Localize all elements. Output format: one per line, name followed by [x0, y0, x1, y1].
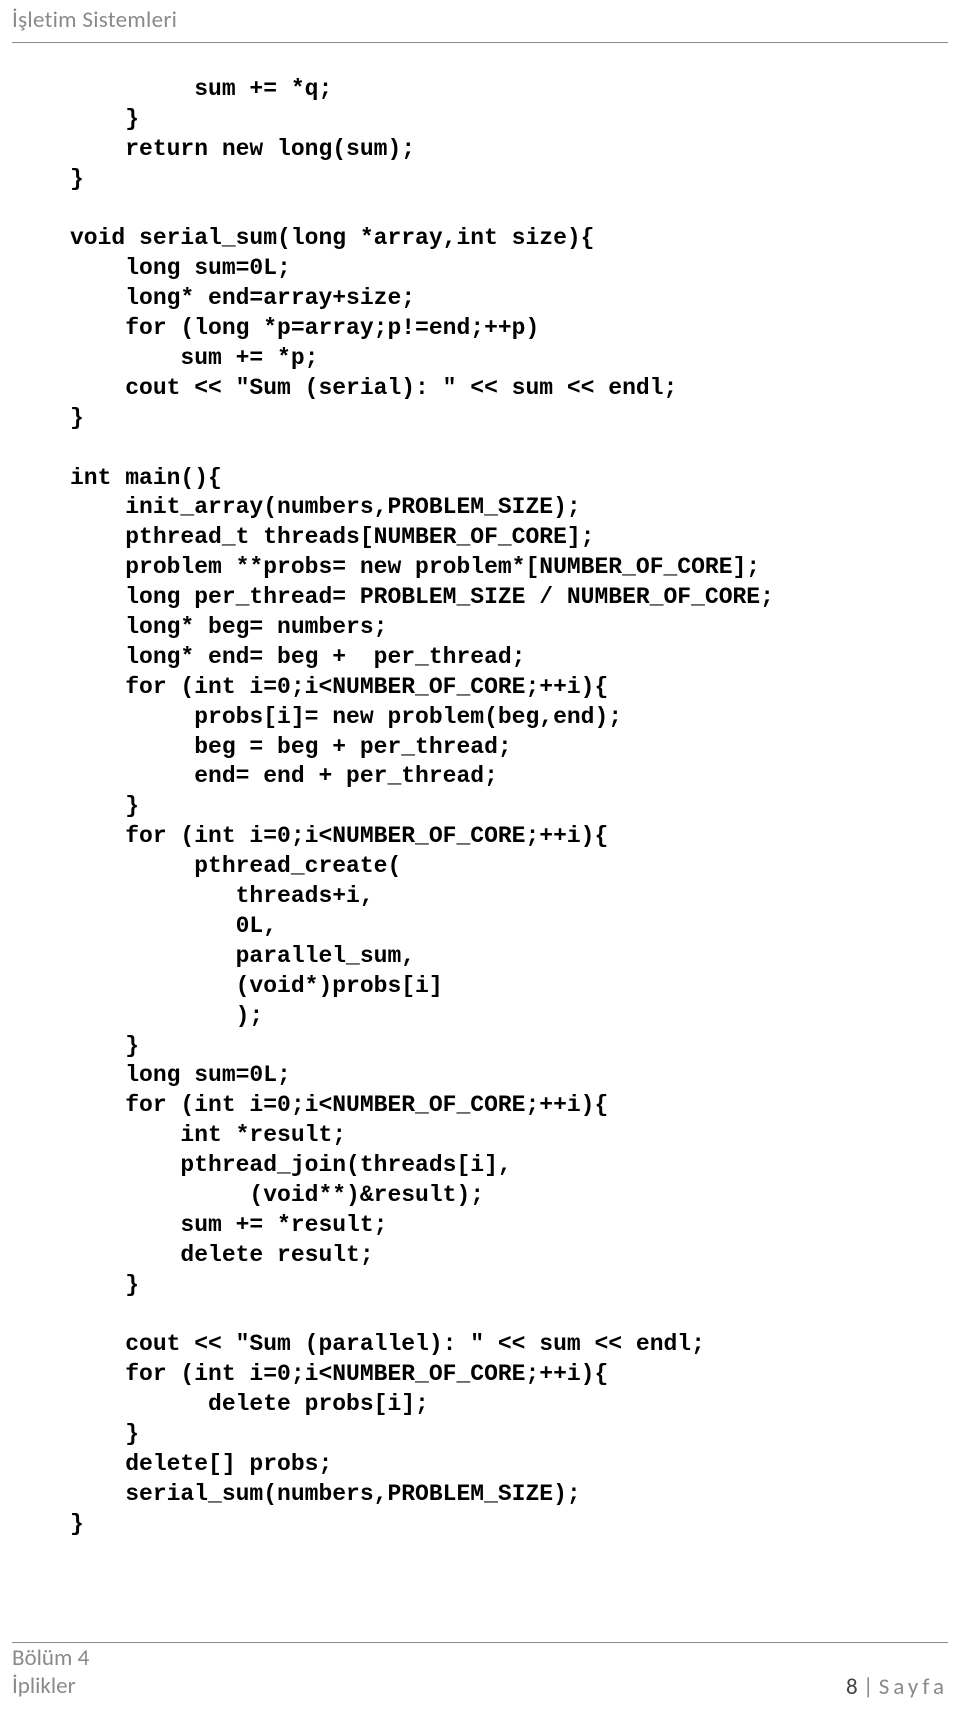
footer-chapter: Bölüm 4	[12, 1644, 89, 1673]
page-number: 8	[846, 1673, 858, 1701]
page-word: Sayfa	[879, 1673, 948, 1701]
header-rule	[12, 42, 948, 43]
footer-subtitle: İplikler	[12, 1672, 89, 1701]
page-footer: Bölüm 4 İplikler 8 | Sayfa	[12, 1644, 948, 1702]
header-title: İşletim Sistemleri	[12, 6, 177, 34]
code-block: sum += *q; } return new long(sum); } voi…	[70, 75, 870, 1540]
footer-right: 8 | Sayfa	[846, 1673, 948, 1701]
page-separator: |	[858, 1673, 879, 1701]
footer-left: Bölüm 4 İplikler	[12, 1644, 89, 1702]
page-header: İşletim Sistemleri	[0, 0, 189, 38]
